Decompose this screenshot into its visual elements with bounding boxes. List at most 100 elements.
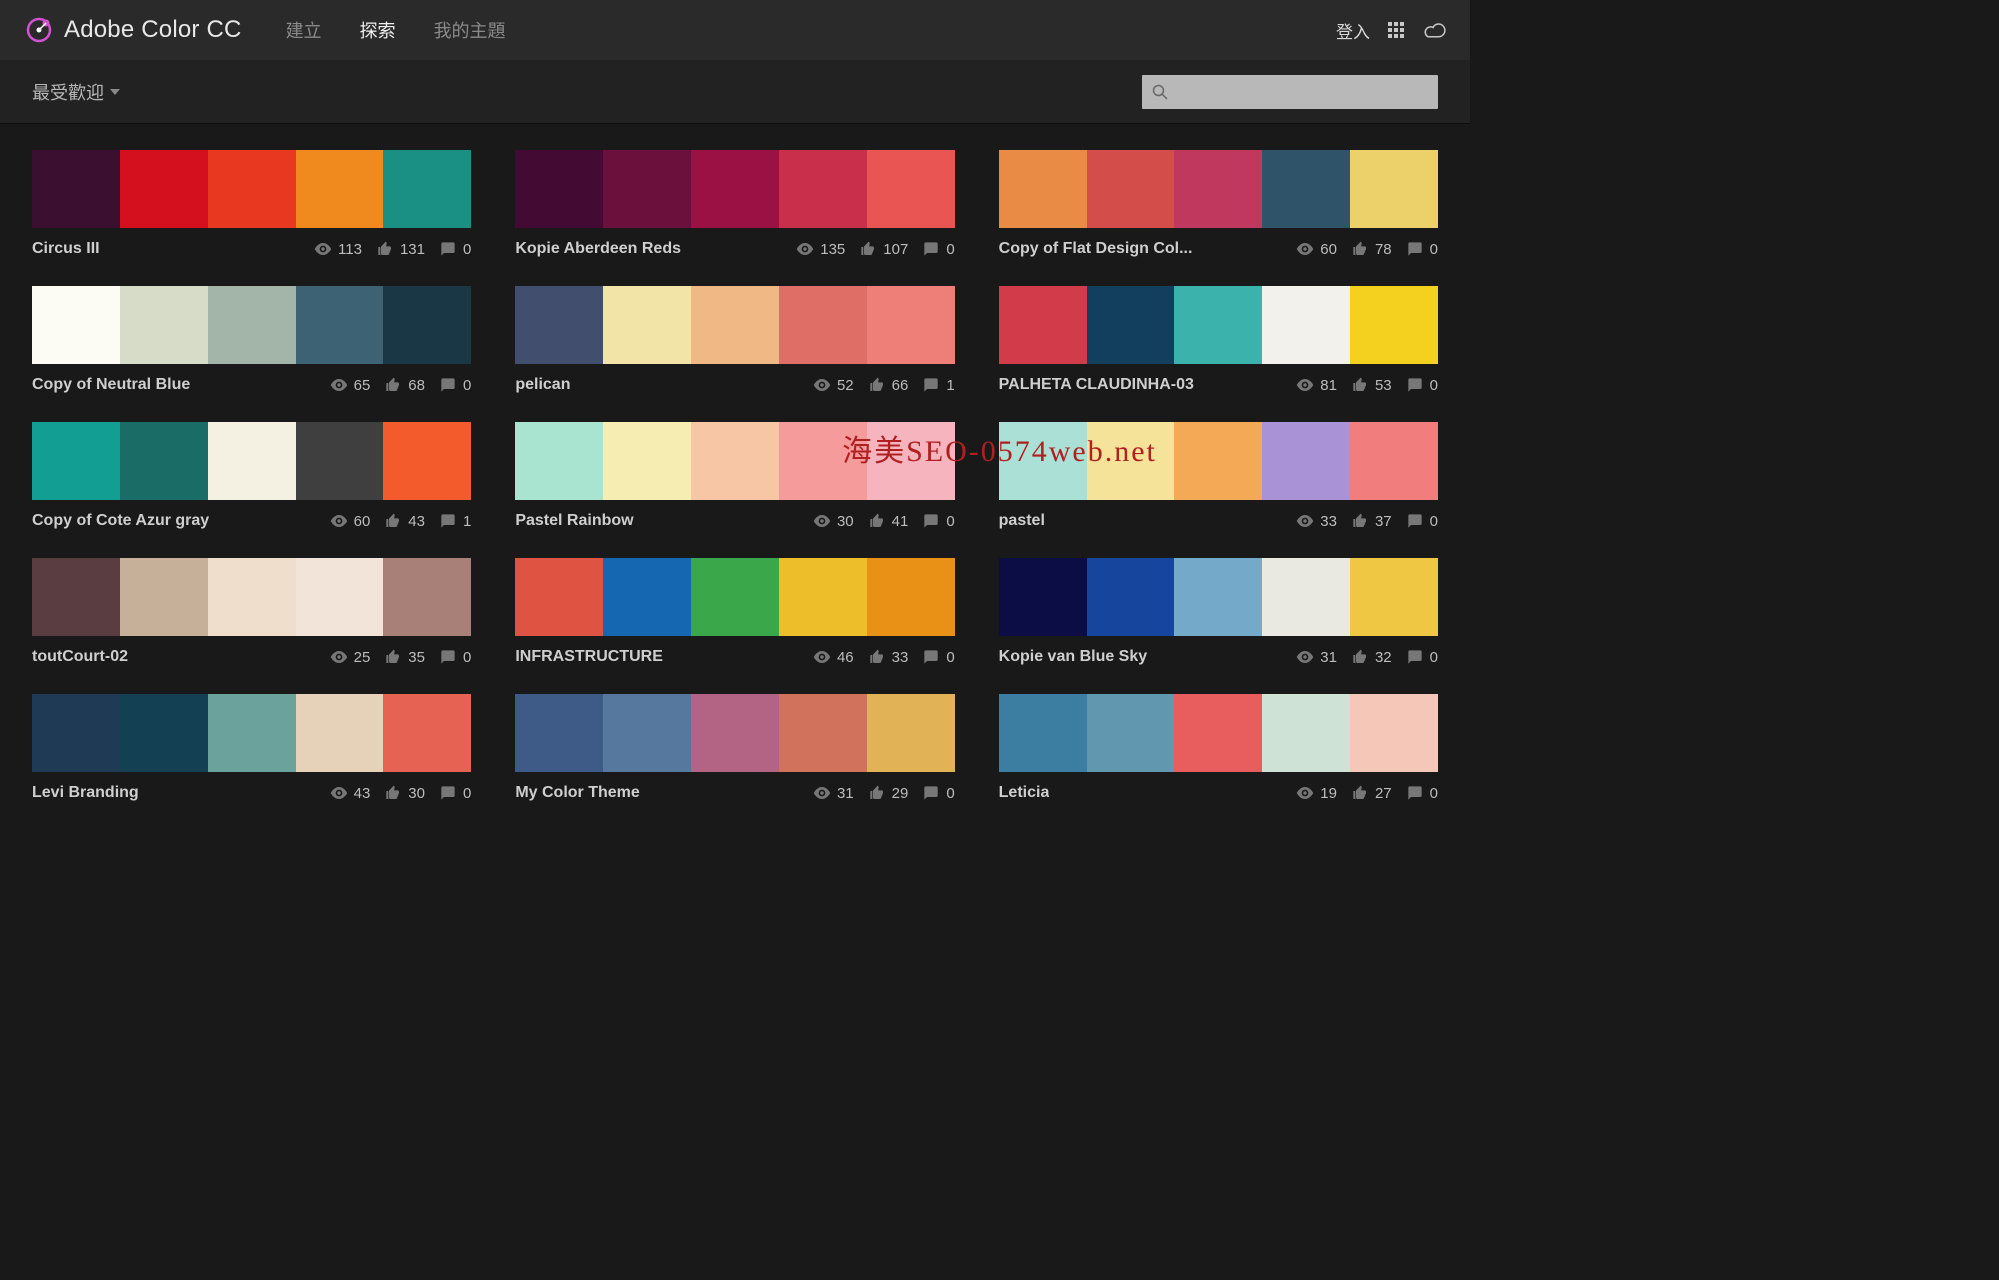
swatch[interactable] [999, 694, 1087, 772]
swatch[interactable] [208, 150, 296, 228]
swatch[interactable] [1262, 286, 1350, 364]
palette-swatches[interactable] [999, 422, 1438, 500]
nav-my-themes[interactable]: 我的主題 [434, 17, 506, 43]
swatch[interactable] [603, 286, 691, 364]
swatch[interactable] [383, 150, 471, 228]
palette-swatches[interactable] [32, 286, 471, 364]
swatch[interactable] [208, 422, 296, 500]
swatch[interactable] [208, 694, 296, 772]
theme-name[interactable]: PALHETA CLAUDINHA-03 [999, 376, 1194, 394]
palette-swatches[interactable] [515, 558, 954, 636]
theme-name[interactable]: Leticia [999, 784, 1050, 802]
swatch[interactable] [296, 558, 384, 636]
swatch[interactable] [999, 150, 1087, 228]
theme-name[interactable]: Kopie van Blue Sky [999, 648, 1148, 666]
swatch[interactable] [867, 558, 955, 636]
swatch[interactable] [779, 286, 867, 364]
swatch[interactable] [691, 422, 779, 500]
palette-swatches[interactable] [999, 286, 1438, 364]
swatch[interactable] [32, 422, 120, 500]
swatch[interactable] [1350, 422, 1438, 500]
swatch[interactable] [1174, 694, 1262, 772]
swatch[interactable] [867, 422, 955, 500]
signin-link[interactable]: 登入 [1336, 18, 1370, 43]
swatch[interactable] [1174, 150, 1262, 228]
theme-name[interactable]: My Color Theme [515, 784, 639, 802]
swatch[interactable] [691, 558, 779, 636]
swatch[interactable] [999, 558, 1087, 636]
nav-explore[interactable]: 探索 [360, 17, 396, 43]
swatch[interactable] [1350, 558, 1438, 636]
theme-name[interactable]: Copy of Flat Design Col... [999, 240, 1193, 258]
swatch[interactable] [120, 286, 208, 364]
swatch[interactable] [32, 286, 120, 364]
theme-name[interactable]: pastel [999, 512, 1045, 530]
swatch[interactable] [383, 286, 471, 364]
theme-name[interactable]: Pastel Rainbow [515, 512, 633, 530]
swatch[interactable] [691, 694, 779, 772]
sort-dropdown[interactable]: 最受歡迎 [32, 79, 120, 105]
palette-swatches[interactable] [32, 422, 471, 500]
swatch[interactable] [515, 422, 603, 500]
swatch[interactable] [779, 558, 867, 636]
swatch[interactable] [383, 694, 471, 772]
theme-name[interactable]: Circus III [32, 240, 100, 258]
search-box[interactable] [1142, 75, 1438, 109]
swatch[interactable] [603, 558, 691, 636]
swatch[interactable] [1350, 150, 1438, 228]
swatch[interactable] [999, 422, 1087, 500]
swatch[interactable] [1087, 286, 1175, 364]
palette-swatches[interactable] [515, 694, 954, 772]
swatch[interactable] [867, 150, 955, 228]
swatch[interactable] [296, 422, 384, 500]
swatch[interactable] [208, 286, 296, 364]
swatch[interactable] [603, 694, 691, 772]
palette-swatches[interactable] [32, 694, 471, 772]
swatch[interactable] [296, 286, 384, 364]
theme-name[interactable]: Copy of Neutral Blue [32, 376, 190, 394]
swatch[interactable] [691, 150, 779, 228]
swatch[interactable] [515, 558, 603, 636]
swatch[interactable] [1087, 150, 1175, 228]
palette-swatches[interactable] [515, 150, 954, 228]
nav-create[interactable]: 建立 [286, 17, 322, 43]
palette-swatches[interactable] [515, 286, 954, 364]
swatch[interactable] [32, 558, 120, 636]
palette-swatches[interactable] [515, 422, 954, 500]
palette-swatches[interactable] [999, 150, 1438, 228]
swatch[interactable] [1262, 558, 1350, 636]
search-input[interactable] [1176, 83, 1428, 100]
swatch[interactable] [383, 558, 471, 636]
creative-cloud-icon[interactable] [1422, 18, 1446, 42]
swatch[interactable] [1087, 694, 1175, 772]
theme-name[interactable]: pelican [515, 376, 570, 394]
swatch[interactable] [603, 150, 691, 228]
swatch[interactable] [1350, 286, 1438, 364]
swatch[interactable] [1350, 694, 1438, 772]
swatch[interactable] [1174, 558, 1262, 636]
swatch[interactable] [1174, 422, 1262, 500]
apps-icon[interactable] [1388, 22, 1404, 38]
swatch[interactable] [120, 422, 208, 500]
swatch[interactable] [120, 558, 208, 636]
swatch[interactable] [515, 150, 603, 228]
palette-swatches[interactable] [999, 558, 1438, 636]
swatch[interactable] [1262, 694, 1350, 772]
swatch[interactable] [515, 694, 603, 772]
swatch[interactable] [603, 422, 691, 500]
swatch[interactable] [999, 286, 1087, 364]
swatch[interactable] [779, 150, 867, 228]
palette-swatches[interactable] [999, 694, 1438, 772]
palette-swatches[interactable] [32, 150, 471, 228]
swatch[interactable] [32, 150, 120, 228]
swatch[interactable] [1174, 286, 1262, 364]
theme-name[interactable]: INFRASTRUCTURE [515, 648, 663, 666]
theme-name[interactable]: toutCourt-02 [32, 648, 128, 666]
swatch[interactable] [208, 558, 296, 636]
swatch[interactable] [779, 694, 867, 772]
swatch[interactable] [120, 150, 208, 228]
logo[interactable]: Adobe Color CC [24, 15, 242, 45]
swatch[interactable] [867, 694, 955, 772]
swatch[interactable] [1262, 422, 1350, 500]
swatch[interactable] [867, 286, 955, 364]
